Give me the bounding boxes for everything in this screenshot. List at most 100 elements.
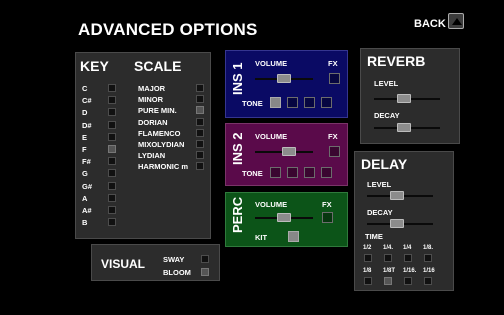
- scale-label: MAJOR: [138, 84, 166, 93]
- ins2-volume-label: VOLUME: [255, 132, 288, 141]
- perc-panel: PERC VOLUME FX KIT: [225, 192, 348, 247]
- ins2-fx-toggle[interactable]: [329, 146, 340, 157]
- reverb-level-slider[interactable]: [396, 94, 411, 103]
- perc-volume-slider[interactable]: [277, 213, 291, 222]
- sway-toggle[interactable]: [201, 255, 209, 263]
- key-checkbox[interactable]: [108, 181, 116, 190]
- delay-time-label: 1/8.: [423, 245, 434, 251]
- scale-label: MINOR: [138, 95, 163, 105]
- delay-panel: DELAY LEVEL DECAY TIME 1/2 1/4. 1/4 1/8. 1/8…: [354, 151, 454, 291]
- ins2-tone-button[interactable]: [270, 167, 281, 178]
- key-checkbox[interactable]: [108, 108, 116, 117]
- perc-fx-label: FX: [322, 200, 332, 209]
- key-label: B: [82, 218, 88, 228]
- key-label: C: [82, 84, 88, 93]
- reverb-decay-label: DECAY: [374, 111, 400, 120]
- delay-time-checkbox[interactable]: [404, 254, 412, 262]
- ins2-volume-slider[interactable]: [281, 147, 296, 156]
- scale-checkbox[interactable]: [196, 117, 204, 126]
- back-arrow-icon[interactable]: [448, 13, 464, 29]
- delay-time-label: 1/8: [363, 268, 372, 274]
- bloom-toggle[interactable]: [201, 268, 209, 276]
- ins1-tone-button[interactable]: [304, 97, 315, 108]
- key-label: D#: [82, 120, 92, 130]
- key-label: C#: [82, 96, 92, 106]
- key-label: A#: [82, 206, 92, 215]
- delay-level-slider[interactable]: [389, 191, 404, 200]
- reverb-level-label: LEVEL: [374, 79, 399, 88]
- key-checkbox[interactable]: [108, 145, 116, 153]
- back-label[interactable]: BACK: [414, 18, 446, 30]
- delay-time-label: TIME: [365, 232, 383, 241]
- ins1-tone-label: TONE: [242, 99, 263, 108]
- scale-header: SCALE: [134, 58, 182, 74]
- ins1-tone-button[interactable]: [270, 97, 281, 108]
- ins2-tone-button[interactable]: [304, 167, 315, 178]
- ins1-volume-label: VOLUME: [255, 59, 288, 68]
- ins1-volume-slider[interactable]: [277, 74, 291, 83]
- scale-checkbox[interactable]: [196, 95, 204, 104]
- key-checkbox[interactable]: [108, 206, 116, 214]
- ins1-tone-button[interactable]: [321, 97, 332, 108]
- scale-checkbox[interactable]: [196, 84, 204, 92]
- delay-time-label: 1/16.: [403, 268, 417, 274]
- delay-time-checkbox[interactable]: [364, 254, 372, 262]
- ins1-tone-button[interactable]: [287, 97, 298, 108]
- key-checkbox[interactable]: [108, 218, 116, 227]
- key-checkbox[interactable]: [108, 96, 116, 105]
- perc-fx-toggle[interactable]: [322, 212, 333, 223]
- reverb-decay-slider[interactable]: [396, 123, 411, 132]
- delay-time-checkbox[interactable]: [384, 277, 392, 285]
- key-label: A: [82, 193, 88, 203]
- bloom-label: BLOOM: [163, 268, 191, 277]
- scale-label: DORIAN: [138, 117, 168, 127]
- key-label: D: [82, 108, 88, 118]
- scale-label: FLAMENCO: [138, 128, 181, 138]
- delay-decay-label: DECAY: [367, 208, 393, 217]
- key-header: KEY: [80, 58, 109, 74]
- delay-time-checkbox[interactable]: [364, 277, 372, 285]
- ins2-panel: INS 2 VOLUME FX TONE: [225, 123, 348, 186]
- perc-volume-label: VOLUME: [255, 200, 288, 209]
- delay-title: DELAY: [361, 156, 408, 172]
- key-label: E: [82, 132, 88, 142]
- key-label: G#: [82, 181, 93, 191]
- delay-time-checkbox[interactable]: [404, 277, 412, 285]
- key-checkbox[interactable]: [108, 84, 116, 92]
- ins1-fx-toggle[interactable]: [329, 73, 340, 84]
- scale-checkbox[interactable]: [196, 162, 204, 171]
- delay-time-checkbox[interactable]: [424, 254, 432, 262]
- key-checkbox[interactable]: [108, 132, 116, 141]
- scale-checkbox[interactable]: [196, 106, 204, 115]
- scale-checkbox[interactable]: [196, 140, 204, 148]
- key-checkbox[interactable]: [108, 120, 116, 129]
- reverb-panel: REVERB LEVEL DECAY: [360, 48, 460, 144]
- key-label: F: [82, 145, 87, 154]
- scale-label: HARMONIC m: [138, 162, 188, 172]
- ins2-tone-button[interactable]: [321, 167, 332, 178]
- delay-time-checkbox[interactable]: [384, 254, 392, 262]
- scale-label: LYDIAN: [138, 151, 166, 161]
- page-title: ADVANCED OPTIONS: [78, 20, 258, 39]
- key-checkbox[interactable]: [108, 193, 116, 202]
- perc-kit-button[interactable]: [288, 231, 299, 242]
- key-label: G: [82, 169, 88, 179]
- key-scale-panel: KEY SCALE C C# D D# E F F# G G# A A# B MAJOR MINOR PU…: [75, 52, 211, 239]
- ins1-fx-label: FX: [328, 59, 338, 68]
- key-checkbox[interactable]: [108, 169, 116, 178]
- ins2-title: INS 2: [230, 132, 245, 165]
- perc-title: PERC: [230, 196, 245, 233]
- delay-time-label: 1/16: [423, 268, 435, 274]
- scale-checkbox[interactable]: [196, 151, 204, 160]
- ins1-panel: INS 1 VOLUME FX TONE: [225, 50, 348, 118]
- sway-label: SWAY: [163, 255, 185, 264]
- key-checkbox[interactable]: [108, 157, 116, 166]
- reverb-title: REVERB: [367, 53, 426, 69]
- scale-label: PURE MIN.: [138, 106, 177, 116]
- delay-decay-slider[interactable]: [389, 219, 404, 228]
- ins2-tone-label: TONE: [242, 169, 263, 178]
- delay-time-label: 1/8T: [383, 268, 396, 274]
- ins2-tone-button[interactable]: [287, 167, 298, 178]
- delay-time-checkbox[interactable]: [424, 277, 432, 285]
- scale-checkbox[interactable]: [196, 128, 204, 137]
